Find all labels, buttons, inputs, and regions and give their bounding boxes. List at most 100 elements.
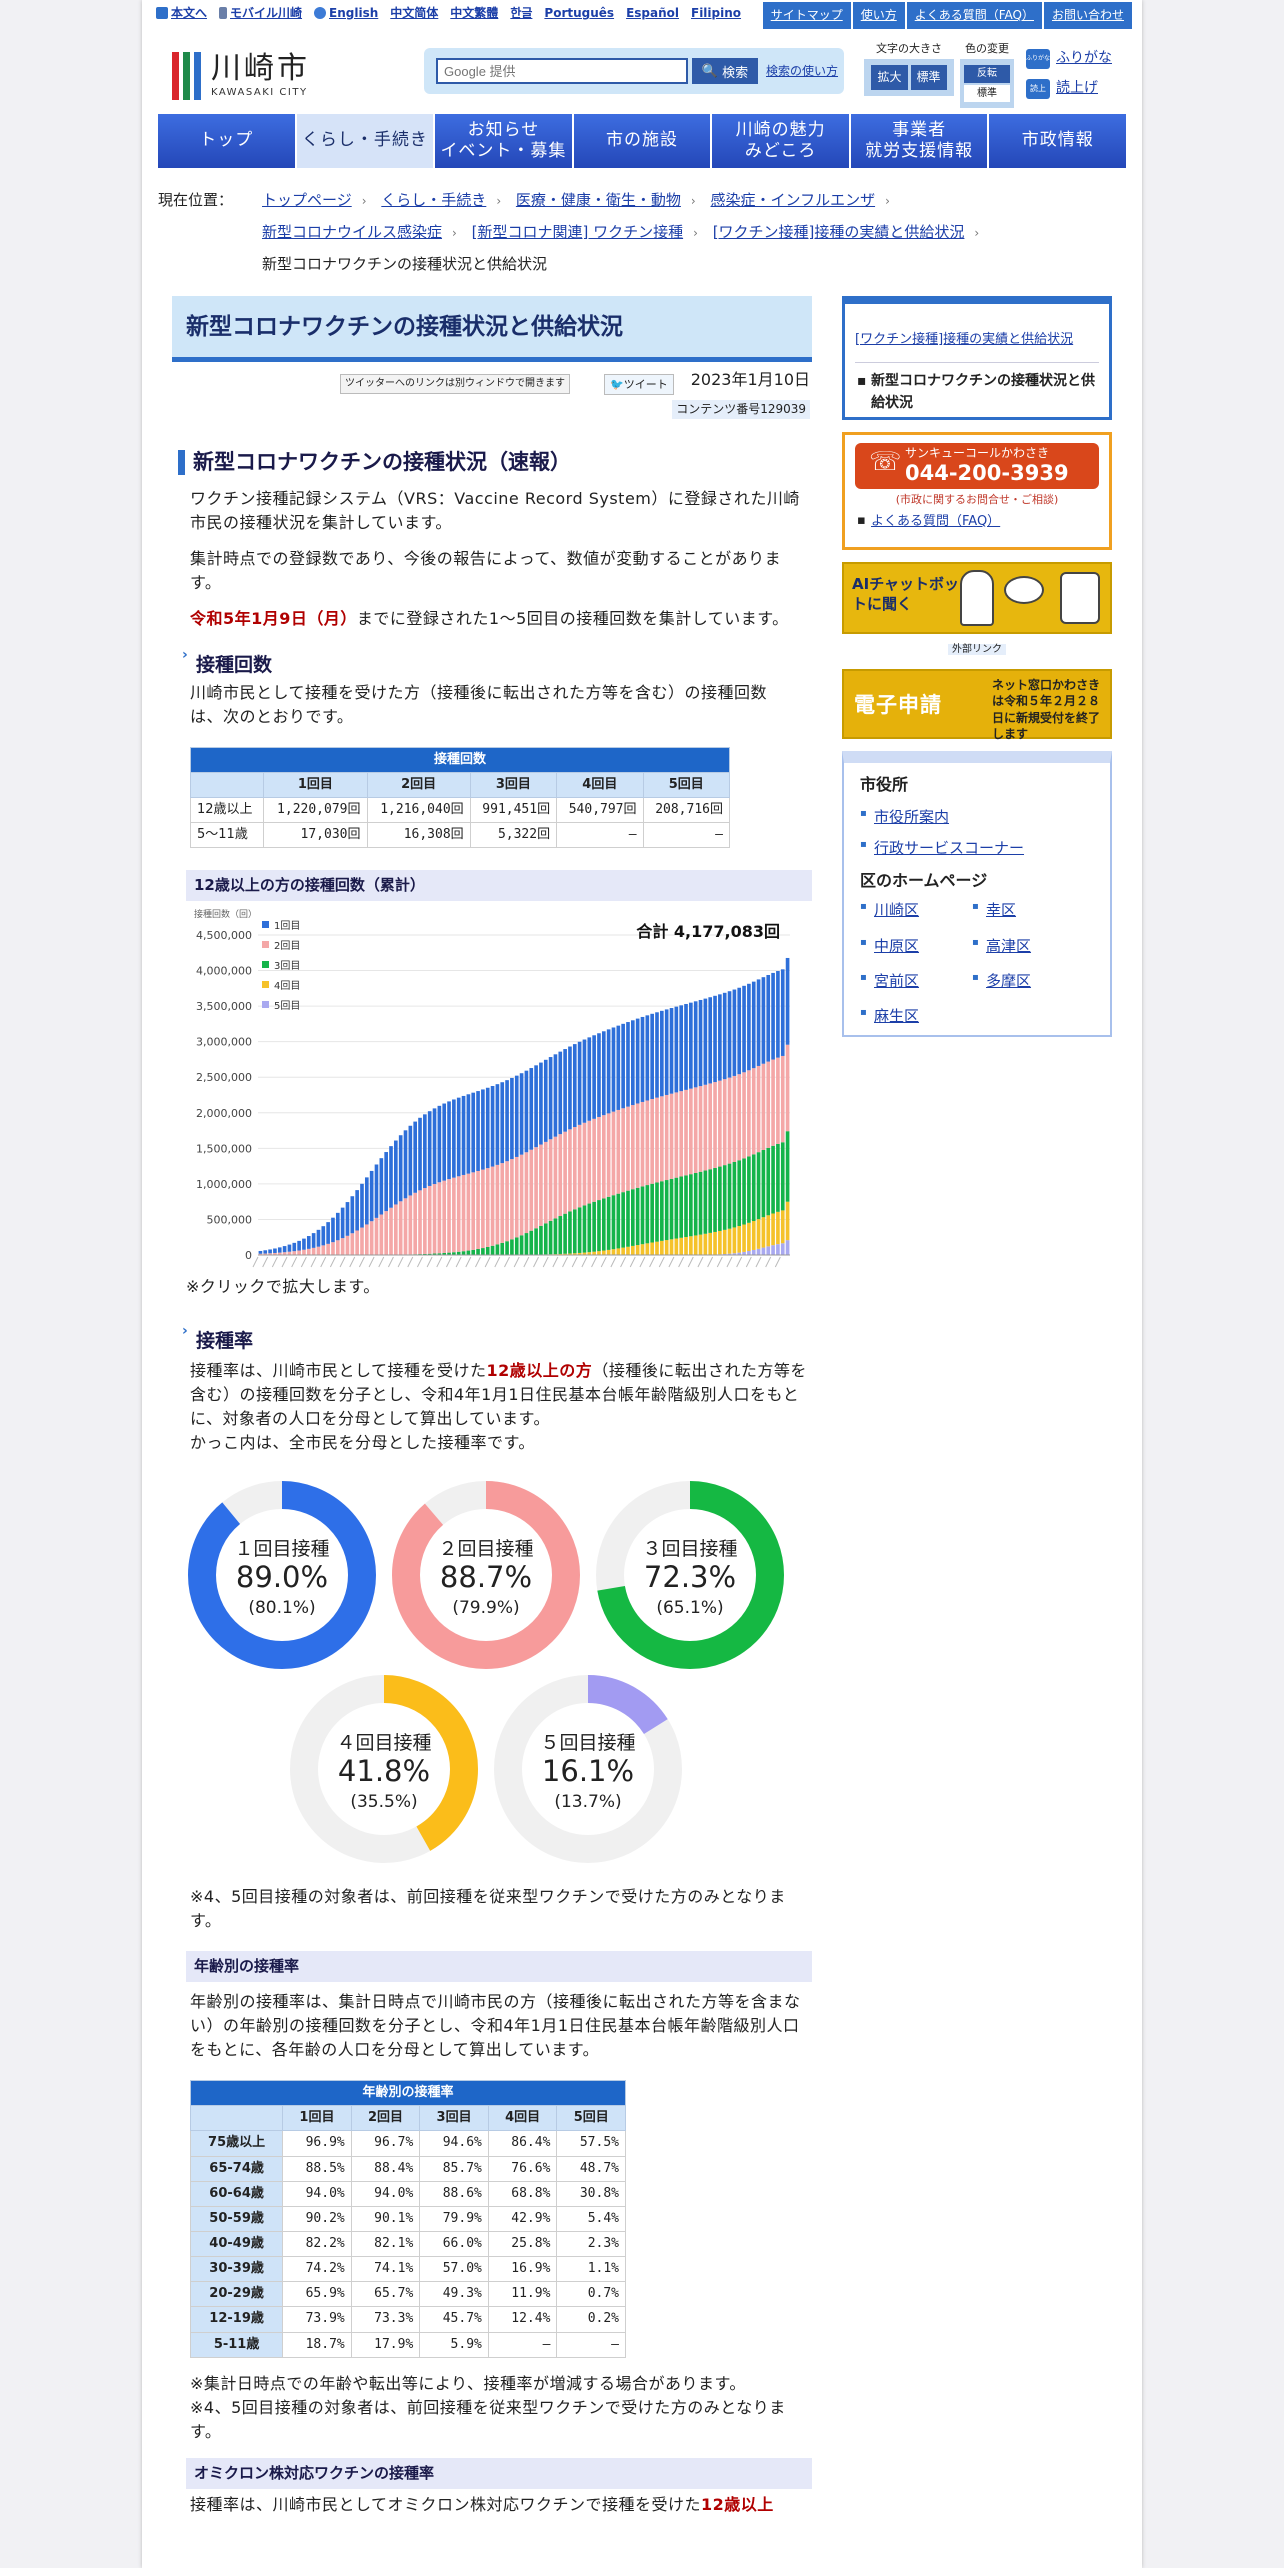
chart-bar-d3 — [703, 1170, 708, 1235]
table-cell: 5-11歳 — [189, 2331, 284, 2358]
chart-bar-d3 — [660, 1181, 664, 1242]
x-tick — [358, 1257, 365, 1268]
table-cell: 88.4% — [350, 2155, 421, 2182]
chart-bar-d2 — [631, 1105, 635, 1190]
chart-bar-d5 — [761, 1248, 766, 1256]
lang-english[interactable]: English — [314, 4, 378, 23]
omicron-text: 接種率は、川崎市民としてオミクロン株対応ワクチンで接種を受けた12歳以上 — [190, 2494, 774, 2514]
gnav-cityinfo[interactable]: 市政情報 — [989, 114, 1127, 168]
gnav-business[interactable]: 事業者 就労支援情報 — [850, 114, 988, 168]
section-heading: 新型コロナワクチンの接種状況（速報） — [178, 450, 812, 476]
search-input[interactable] — [436, 58, 688, 84]
mobile-link[interactable]: モバイル川崎 — [219, 4, 302, 23]
ward-link[interactable]: ▪ 麻生区 — [860, 1005, 972, 1028]
e-application-banner[interactable]: 電子申請 ネット窓口かわさきは令和５年２月２８日に新規受付を終了します — [842, 669, 1112, 741]
table-cell: 94.6% — [419, 2130, 489, 2157]
chart-bar-d3 — [621, 1192, 625, 1249]
call-center-banner[interactable]: ☏ サンキューコールかわさき 044-200-3939 — [855, 443, 1099, 489]
chart-bar-d1 — [722, 993, 727, 1080]
faq-side-link[interactable]: ▪ よくある質問（FAQ） — [855, 512, 1099, 532]
table-cell: 30-39歳 — [189, 2256, 284, 2283]
ai-chatbot-banner[interactable]: AIチャットボットに聞く — [842, 562, 1112, 634]
chart-bar-d2 — [601, 1115, 606, 1199]
lang-ko[interactable]: 한글 — [510, 4, 532, 23]
gnav-facilities[interactable]: 市の施設 — [573, 114, 711, 168]
chart-bar-d5 — [756, 1249, 761, 1256]
chart-bar-d1 — [592, 1035, 596, 1120]
chart-bar-d2 — [780, 1056, 785, 1143]
breadcrumb-item[interactable]: [ワクチン接種]接種の実績と供給状況 — [713, 223, 965, 241]
skip-link[interactable]: 本文へ — [156, 4, 207, 23]
ward-link[interactable]: ▪ 多摩区 — [972, 970, 1084, 993]
chart-bar-d2 — [302, 1250, 306, 1256]
breadcrumb-item[interactable]: 感染症・インフルエンザ — [711, 191, 876, 209]
font-standard-button[interactable]: 標準 — [910, 65, 947, 90]
content-number: コンテンツ番号129039 — [672, 400, 810, 419]
sitemap-link[interactable]: サイトマップ — [762, 2, 851, 29]
search-help-link[interactable]: 検索の使い方 — [766, 62, 838, 81]
ward-link[interactable]: ▪ 川崎区 — [860, 899, 972, 922]
donut-label: 72.3% — [644, 1560, 736, 1594]
chart-bar-d3 — [785, 1131, 790, 1203]
chart-bar-d1 — [432, 1108, 437, 1185]
breadcrumb-item[interactable]: [新型コロナ関連] ワクチン接種 — [472, 223, 683, 241]
cityhall-link[interactable]: ▪ 行政サービスコーナー — [860, 837, 1094, 860]
chart-bar-d1 — [273, 1248, 277, 1254]
chart-bar-d1 — [635, 1019, 640, 1104]
contact-link[interactable]: お問い合わせ — [1043, 2, 1132, 29]
chart-bar-d3 — [679, 1176, 683, 1239]
lang-pt[interactable]: Português — [544, 4, 614, 23]
ward-link[interactable]: ▪ 中原区 — [860, 935, 972, 958]
read-aloud-link[interactable]: 読上 読上げ — [1026, 78, 1112, 100]
font-enlarge-button[interactable]: 拡大 — [871, 65, 908, 90]
chart-bar-d2 — [490, 1166, 495, 1247]
faq-link[interactable]: よくある質問（FAQ） — [906, 2, 1042, 29]
chart-bar-d2 — [365, 1224, 369, 1256]
ward-link[interactable]: ▪ 幸区 — [972, 899, 1084, 922]
x-tick — [349, 1257, 356, 1268]
breadcrumb-item[interactable]: トップページ — [262, 191, 352, 209]
furigana-link[interactable]: ふりがな ふりがな — [1026, 48, 1112, 70]
chart-bar-d2 — [481, 1170, 485, 1249]
x-tick — [291, 1257, 298, 1268]
chart-bar-d4 — [669, 1239, 674, 1256]
x-tick — [426, 1257, 433, 1268]
breadcrumb-item[interactable]: 新型コロナウイルス感染症 — [262, 223, 442, 241]
cumulative-chart[interactable]: 接種回数（回） 4,500,000 4,000,000 3,500,000 3,000,… — [186, 905, 806, 1275]
gnav-news[interactable]: お知らせ イベント・募集 — [435, 114, 572, 168]
local-nav-link[interactable]: [ワクチン接種]接種の実績と供給状況 — [855, 316, 1099, 364]
chart-bar-d1 — [563, 1049, 567, 1133]
chart-bar-d2 — [626, 1107, 630, 1192]
ward-link[interactable]: ▪ 高津区 — [972, 935, 1084, 958]
x-tick — [387, 1257, 394, 1268]
mobile-icon — [219, 7, 228, 20]
color-standard-button[interactable]: 標準 — [964, 84, 1010, 103]
chart-bar-d1 — [718, 994, 722, 1082]
site-logo[interactable]: 川崎市 KAWASAKI CITY — [172, 48, 310, 104]
lang-fil[interactable]: Filipino — [691, 4, 741, 23]
breadcrumb-item[interactable]: くらし・手続き — [381, 191, 486, 209]
chart-bar-d3 — [505, 1241, 509, 1256]
external-link-badge: 外部リンク — [948, 644, 1006, 655]
donut-label: (35.5%) — [350, 1792, 417, 1812]
breadcrumb-item[interactable]: 医療・健康・衛生・動物 — [516, 191, 681, 209]
chart-bar-d3 — [529, 1231, 534, 1256]
lang-zh-hans[interactable]: 中文简体 — [390, 4, 438, 23]
cityhall-link[interactable]: ▪ 市役所案内 — [860, 806, 1094, 829]
color-invert-button[interactable]: 反転 — [964, 65, 1010, 83]
ward-link[interactable]: ▪ 宮前区 — [860, 970, 972, 993]
chart-bar-d2 — [345, 1236, 350, 1256]
chart-bar-d3 — [751, 1154, 756, 1222]
tweet-button[interactable]: 🐦ツイート — [604, 374, 674, 396]
main-content: 新型コロナワクチンの接種状況と供給状況 ツイッターへのリンクは別ウィンドウで開き… — [172, 296, 812, 2517]
table-cell: 65.9% — [282, 2281, 352, 2308]
search-button[interactable]: 🔍 検索 — [692, 58, 758, 84]
gnav-top[interactable]: トップ — [158, 114, 295, 168]
chart-bar-d4 — [780, 1210, 785, 1244]
lang-zh-hant[interactable]: 中文繁體 — [450, 4, 498, 23]
gnav-attractions[interactable]: 川崎の魅力 みどころ — [712, 114, 849, 168]
lang-es[interactable]: Español — [626, 4, 679, 23]
gnav-kurashi[interactable]: くらし・手続き — [296, 114, 434, 168]
chart-bar-d1 — [737, 988, 742, 1075]
howto-link[interactable]: 使い方 — [852, 2, 905, 29]
